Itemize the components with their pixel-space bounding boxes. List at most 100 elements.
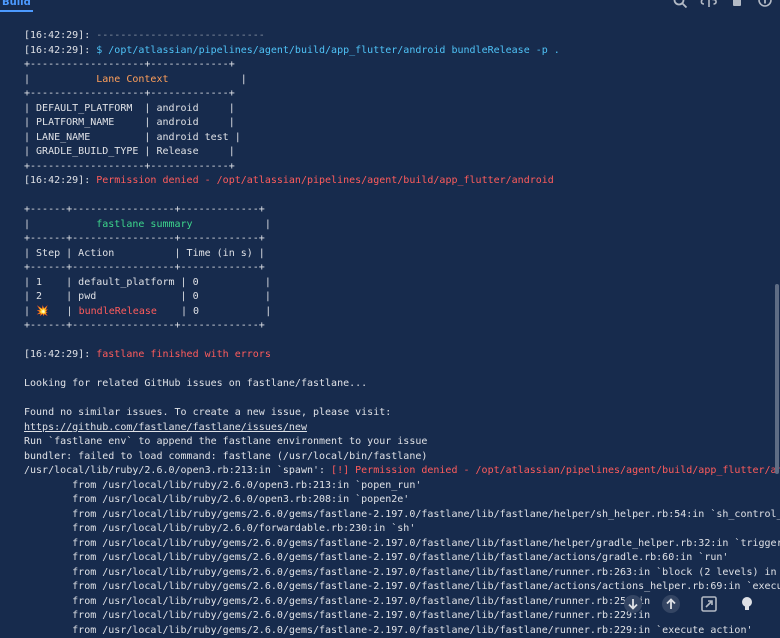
log-line: from /usr/local/lib/ruby/gems/2.6.0/gems… bbox=[24, 624, 780, 638]
log-text: from /usr/local/lib/ruby/2.6.0/forwardab… bbox=[24, 523, 415, 534]
log-text: from /usr/local/lib/ruby/2.6.0/open3.rb:… bbox=[24, 494, 409, 505]
log-controls bbox=[622, 593, 758, 615]
log-line: | 2 | pwd | 0 | bbox=[24, 290, 780, 305]
log-text: | DEFAULT_PLATFORM | android | bbox=[24, 103, 235, 114]
scrollbar-thumb[interactable] bbox=[775, 284, 779, 474]
log-text: from /usr/local/lib/ruby/gems/2.6.0/gems… bbox=[24, 581, 780, 592]
log-line: +------+-----------------+-------------+ bbox=[24, 232, 780, 247]
log-line: from /usr/local/lib/ruby/2.6.0/open3.rb:… bbox=[24, 479, 780, 494]
log-text: [!] Permission denied - /opt/atlassian/p… bbox=[331, 465, 780, 476]
scroll-up-icon[interactable] bbox=[660, 593, 682, 615]
log-line: https://github.com/fastlane/fastlane/iss… bbox=[24, 421, 780, 436]
log-text: from /usr/local/lib/ruby/gems/2.6.0/gems… bbox=[24, 625, 752, 636]
log-text: $ /opt/atlassian/pipelines/agent/build/a… bbox=[96, 45, 560, 56]
log-line: from /usr/local/lib/ruby/2.6.0/forwardab… bbox=[24, 522, 780, 537]
tab-build[interactable]: Build bbox=[0, 0, 33, 12]
log-text: from /usr/local/lib/ruby/gems/2.6.0/gems… bbox=[24, 552, 728, 563]
scrollbar[interactable] bbox=[774, 12, 780, 637]
log-text: | 2 | pwd | 0 | bbox=[24, 291, 271, 302]
log-timestamp: [16:42:29]: bbox=[24, 45, 96, 56]
log-line: | GRADLE_BUILD_TYPE | Release | bbox=[24, 145, 780, 160]
log-line: +------+-----------------+-------------+ bbox=[24, 203, 780, 218]
top-bar: Build bbox=[0, 0, 780, 12]
log-line bbox=[24, 189, 780, 204]
log-text: ---------------------------- bbox=[96, 30, 265, 41]
log-text: Lane Context bbox=[96, 74, 168, 85]
log-text: | 💥 | bbox=[24, 306, 79, 317]
log-text: | PLATFORM_NAME | android | bbox=[24, 117, 235, 128]
log-timestamp: [16:42:29]: bbox=[24, 349, 96, 360]
log-text: from /usr/local/lib/ruby/gems/2.6.0/gems… bbox=[24, 596, 650, 607]
log-line: from /usr/local/lib/ruby/gems/2.6.0/gems… bbox=[24, 508, 780, 523]
delete-icon[interactable] bbox=[728, 0, 746, 8]
log-line: from /usr/local/lib/ruby/2.6.0/open3.rb:… bbox=[24, 493, 780, 508]
log-text: | bbox=[24, 74, 96, 85]
log-line: | fastlane summary | bbox=[24, 218, 780, 233]
log-text: +-------------------+-------------+ bbox=[24, 59, 235, 70]
issue-link[interactable]: https://github.com/fastlane/fastlane/iss… bbox=[24, 422, 307, 433]
log-line bbox=[24, 392, 780, 407]
log-line: from /usr/local/lib/ruby/gems/2.6.0/gems… bbox=[24, 551, 780, 566]
info-icon[interactable] bbox=[756, 0, 774, 8]
log-text: | 1 | default_platform | 0 | bbox=[24, 277, 271, 288]
log-text: | GRADLE_BUILD_TYPE | Release | bbox=[24, 146, 235, 157]
log-line: [16:42:29]: fastlane finished with error… bbox=[24, 348, 780, 363]
log-line: | PLATFORM_NAME | android | bbox=[24, 116, 780, 131]
log-text: Found no similar issues. To create a new… bbox=[24, 407, 391, 418]
scroll-down-icon[interactable] bbox=[622, 593, 644, 615]
log-line: +------+-----------------+-------------+ bbox=[24, 261, 780, 276]
expand-icon[interactable] bbox=[698, 593, 720, 615]
log-text: | bbox=[169, 74, 247, 85]
log-line: [16:42:29]: Permission denied - /opt/atl… bbox=[24, 174, 780, 189]
log-line: bundler: failed to load command: fastlan… bbox=[24, 450, 780, 465]
log-text: +------+-----------------+-------------+ bbox=[24, 204, 265, 215]
log-timestamp: [16:42:29]: bbox=[24, 175, 96, 186]
log-text: from /usr/local/lib/ruby/gems/2.6.0/gems… bbox=[24, 567, 780, 578]
log-line bbox=[24, 363, 780, 378]
log-text: /usr/local/lib/ruby/2.6.0/open3.rb:213:i… bbox=[24, 465, 331, 476]
log-text: | bbox=[24, 219, 96, 230]
log-line: | DEFAULT_PLATFORM | android | bbox=[24, 102, 780, 117]
log-line: [16:42:29]: ---------------------------- bbox=[24, 29, 780, 44]
log-text: bundler: failed to load command: fastlan… bbox=[24, 451, 427, 462]
log-timestamp: [16:42:29]: bbox=[24, 30, 96, 41]
log-line: +-------------------+-------------+ bbox=[24, 87, 780, 102]
log-line: Looking for related GitHub issues on fas… bbox=[24, 377, 780, 392]
log-text: fastlane summary bbox=[96, 219, 192, 230]
log-line: from /usr/local/lib/ruby/gems/2.6.0/gems… bbox=[24, 566, 780, 581]
log-line: | Lane Context | bbox=[24, 73, 780, 88]
log-line bbox=[24, 334, 780, 349]
log-line: /usr/local/lib/ruby/2.6.0/open3.rb:213:i… bbox=[24, 464, 780, 479]
build-log: [16:42:29]: ----------------------------… bbox=[24, 29, 780, 638]
log-text: from /usr/local/lib/ruby/gems/2.6.0/gems… bbox=[24, 538, 780, 549]
log-text: | 0 | bbox=[157, 306, 271, 317]
cloud-upload-icon[interactable] bbox=[700, 0, 718, 8]
log-text: from /usr/local/lib/ruby/2.6.0/open3.rb:… bbox=[24, 480, 421, 491]
log-text: Permission denied - /opt/atlassian/pipel… bbox=[96, 175, 554, 186]
log-text: from /usr/local/lib/ruby/gems/2.6.0/gems… bbox=[24, 610, 650, 621]
log-line: | LANE_NAME | android test | bbox=[24, 131, 780, 146]
log-text: from /usr/local/lib/ruby/gems/2.6.0/gems… bbox=[24, 509, 780, 520]
log-line: | 💥 | bundleRelease | 0 | bbox=[24, 305, 780, 320]
top-toolbar bbox=[672, 0, 774, 8]
log-line: +------+-----------------+-------------+ bbox=[24, 319, 780, 334]
log-text: | Step | Action | Time (in s) | bbox=[24, 248, 265, 259]
log-text: Run `fastlane env` to append the fastlan… bbox=[24, 436, 427, 447]
log-line: +-------------------+-------------+ bbox=[24, 58, 780, 73]
log-text: +-------------------+-------------+ bbox=[24, 88, 235, 99]
log-line: | Step | Action | Time (in s) | bbox=[24, 247, 780, 262]
log-line: from /usr/local/lib/ruby/gems/2.6.0/gems… bbox=[24, 537, 780, 552]
lightbulb-icon[interactable] bbox=[736, 593, 758, 615]
log-text: bundleRelease bbox=[79, 306, 157, 317]
log-line: [16:42:29]: $ /opt/atlassian/pipelines/a… bbox=[24, 44, 780, 59]
log-line: Found no similar issues. To create a new… bbox=[24, 406, 780, 421]
log-line: | 1 | default_platform | 0 | bbox=[24, 276, 780, 291]
log-text: +------+-----------------+-------------+ bbox=[24, 320, 265, 331]
log-line: Run `fastlane env` to append the fastlan… bbox=[24, 435, 780, 450]
log-text: | bbox=[193, 219, 271, 230]
log-text: | LANE_NAME | android test | bbox=[24, 132, 241, 143]
log-line: +-------------------+-------------+ bbox=[24, 160, 780, 175]
search-icon[interactable] bbox=[672, 0, 690, 8]
log-text: fastlane finished with errors bbox=[96, 349, 271, 360]
log-text: +------+-----------------+-------------+ bbox=[24, 233, 265, 244]
